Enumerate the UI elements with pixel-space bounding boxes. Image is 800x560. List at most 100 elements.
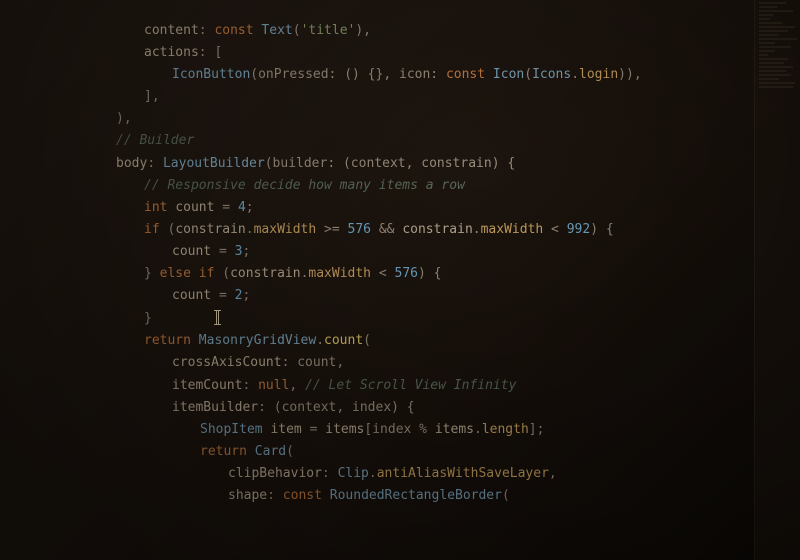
token-id: clipBehavior xyxy=(228,466,322,481)
token-punct: && xyxy=(371,222,402,237)
token-prop: maxWidth xyxy=(308,266,371,281)
token-id: items xyxy=(325,422,364,437)
code-content[interactable]: content: const Text('title'),actions: [I… xyxy=(60,20,800,507)
token-id: shape xyxy=(228,488,267,503)
token-punct: ), xyxy=(355,23,371,38)
token-id: constrain xyxy=(175,222,245,237)
token-punct: ) { xyxy=(418,266,441,281)
token-cmt: // Let Scroll View Infinity xyxy=(305,378,516,393)
token-punct: . xyxy=(473,222,481,237)
token-punct: , xyxy=(289,378,305,393)
code-line[interactable]: itemCount: null, // Let Scroll View Infi… xyxy=(60,375,800,397)
code-line[interactable]: return Card( xyxy=(60,441,800,463)
token-cls: RoundedRectangleBorder xyxy=(330,488,502,503)
token-punct: (onPressed: () {}, icon: xyxy=(250,67,446,82)
token-punct: : xyxy=(199,23,215,38)
token-punct: ( xyxy=(286,444,294,459)
token-num: 992 xyxy=(567,222,590,237)
token-num: 576 xyxy=(395,266,418,281)
token-prop: maxWidth xyxy=(481,222,544,237)
token-num: 4 xyxy=(238,200,246,215)
code-line[interactable]: } xyxy=(60,307,800,330)
code-line[interactable]: ], xyxy=(60,86,800,108)
code-line[interactable]: itemBuilder: (context, index) { xyxy=(60,397,800,419)
token-cls: LayoutBuilder xyxy=(163,156,265,171)
token-punct: : (context, index) { xyxy=(258,400,415,415)
token-punct: } xyxy=(144,266,160,281)
code-line[interactable]: ), xyxy=(60,108,800,130)
code-editor[interactable]: content: const Text('title'),actions: [I… xyxy=(0,0,800,560)
token-prop: login xyxy=(579,67,618,82)
token-null: null xyxy=(258,378,289,393)
token-id: count xyxy=(172,288,211,303)
token-id: itemCount xyxy=(172,378,242,393)
token-cls: ShopItem xyxy=(200,422,263,437)
token-punct: ; xyxy=(242,244,250,259)
token-punct: ( xyxy=(214,266,230,281)
token-punct: ) { xyxy=(590,222,613,237)
token-punct: . xyxy=(369,466,377,481)
token-cls: Text xyxy=(261,23,292,38)
code-line[interactable]: if (constrain.maxWidth >= 576 && constra… xyxy=(60,219,800,241)
code-line[interactable]: // Builder xyxy=(60,130,800,152)
code-line[interactable]: // Responsive decide how many items a ro… xyxy=(60,175,800,197)
token-id: constrain xyxy=(402,222,472,237)
token-prop: length xyxy=(482,422,529,437)
token-punct: < xyxy=(543,222,566,237)
token-punct: : xyxy=(147,156,163,171)
code-line[interactable]: ShopItem item = items[index % items.leng… xyxy=(60,419,800,441)
token-punct: ( xyxy=(363,333,371,348)
token-kw: const xyxy=(446,67,485,82)
code-line[interactable]: body: LayoutBuilder(builder: (context, c… xyxy=(60,153,800,175)
token-punct: : xyxy=(267,488,283,503)
token-punct: } xyxy=(144,311,152,326)
code-line[interactable]: content: const Text('title'), xyxy=(60,20,800,42)
token-punct: ( xyxy=(524,67,532,82)
token-punct: : [ xyxy=(199,45,222,60)
code-line[interactable]: actions: [ xyxy=(60,42,800,64)
token-punct xyxy=(322,488,330,503)
token-id: constrain xyxy=(230,266,300,281)
code-line[interactable]: crossAxisCount: count, xyxy=(60,352,800,374)
token-punct: ]; xyxy=(529,422,545,437)
token-punct: , xyxy=(549,466,557,481)
token-punct: ), xyxy=(116,111,132,126)
token-prop: maxWidth xyxy=(254,222,317,237)
code-line[interactable]: clipBehavior: Clip.antiAliasWithSaveLaye… xyxy=(60,463,800,485)
code-line[interactable]: return MasonryGridView.count( xyxy=(60,330,800,352)
code-line[interactable]: shape: const RoundedRectangleBorder( xyxy=(60,485,800,507)
token-id: count xyxy=(175,200,214,215)
token-id: crossAxisCount xyxy=(172,355,282,370)
code-line[interactable]: count = 2; xyxy=(60,285,800,307)
token-punct: [index % xyxy=(364,422,434,437)
minimap[interactable] xyxy=(754,0,800,560)
text-cursor xyxy=(216,310,219,325)
code-line[interactable]: count = 3; xyxy=(60,241,800,263)
code-line[interactable]: } else if (constrain.maxWidth < 576) { xyxy=(60,263,800,285)
code-line[interactable]: IconButton(onPressed: () {}, icon: const… xyxy=(60,64,800,86)
token-punct: = xyxy=(302,422,325,437)
token-kw: const xyxy=(214,23,253,38)
token-kw: const xyxy=(283,488,322,503)
token-punct: < xyxy=(371,266,394,281)
token-punct: : xyxy=(322,466,338,481)
token-punct xyxy=(191,333,199,348)
token-punct: = xyxy=(214,200,237,215)
token-cls: MasonryGridView xyxy=(199,333,316,348)
token-kw: return xyxy=(200,444,247,459)
token-punct: ], xyxy=(144,89,160,104)
token-id: content xyxy=(144,23,199,38)
token-id: items xyxy=(435,422,474,437)
token-punct: . xyxy=(246,222,254,237)
token-punct: : xyxy=(242,378,258,393)
token-id: actions xyxy=(144,45,199,60)
token-punct: = xyxy=(211,288,234,303)
token-id: count xyxy=(172,244,211,259)
token-punct xyxy=(247,444,255,459)
token-cls: Clip xyxy=(338,466,369,481)
token-punct: ; xyxy=(242,288,250,303)
token-kw: else if xyxy=(160,266,215,281)
token-cls: Icon xyxy=(493,67,524,82)
code-line[interactable]: int count = 4; xyxy=(60,197,800,219)
token-cls: Icons xyxy=(532,67,571,82)
